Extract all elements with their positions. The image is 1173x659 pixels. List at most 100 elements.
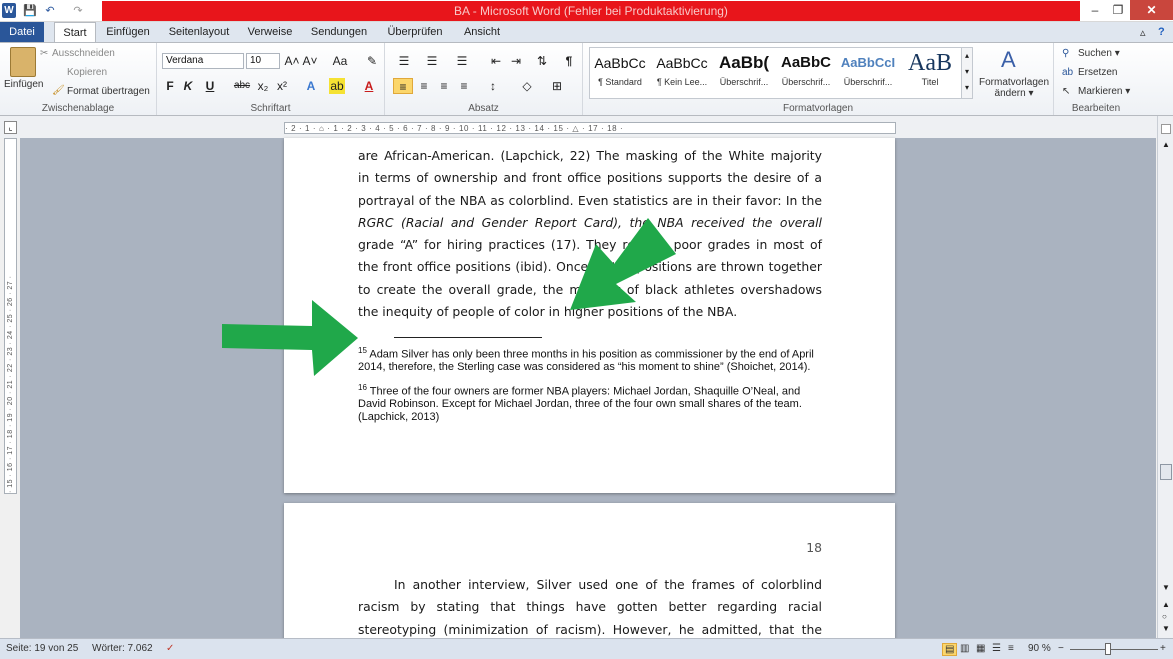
ribbon: Einfügen Ausschneiden ✂ Kopieren Format …	[0, 42, 1173, 116]
group-label-editing: Bearbeiten	[1071, 103, 1121, 114]
style-standard[interactable]: AaBbCc ¶ Standard	[589, 49, 651, 97]
font-size-field[interactable]: 10	[246, 53, 280, 69]
outline-icon[interactable]: ☰	[992, 643, 1001, 654]
highlight-icon[interactable]: ab	[329, 78, 345, 94]
justify-icon[interactable]: ≡	[455, 78, 473, 94]
undo-icon[interactable]: ↶	[42, 3, 58, 19]
align-center-icon[interactable]: ≡	[415, 78, 433, 94]
tab-selector-icon[interactable]: ⌞	[4, 121, 17, 134]
zoom-in-button[interactable]: +	[1160, 643, 1166, 654]
text-line: portrayal of the NBA as colorblind. Even…	[358, 192, 822, 208]
redo-icon[interactable]: ↷	[70, 3, 86, 19]
full-screen-icon[interactable]: ▥	[960, 643, 969, 654]
find-icon: ⚲	[1062, 48, 1070, 59]
tab-start[interactable]: Start	[54, 22, 96, 43]
scroll-down-icon[interactable]: ▼	[1162, 583, 1170, 592]
scroll-up-icon[interactable]: ▲	[1162, 140, 1170, 149]
page-number: 18	[806, 540, 822, 555]
borders-icon[interactable]: ⊞	[547, 78, 567, 94]
draft-icon[interactable]: ≡	[1008, 643, 1014, 654]
body-text[interactable]: In another interview, Silver used one of…	[358, 574, 822, 641]
pilcrow-button[interactable]: ¶	[561, 53, 577, 69]
italic-button[interactable]: K	[181, 78, 195, 94]
align-left-icon[interactable]: ≡	[393, 78, 413, 94]
change-styles-icon[interactable]: A	[1001, 47, 1016, 73]
vertical-ruler[interactable]: · 15 · 16 · 17 · 18 · 19 · 20 · 21 · 22 …	[4, 138, 17, 494]
tab-datei[interactable]: Datei	[0, 22, 44, 42]
vertical-scrollbar[interactable]: ▲ ▼ ▲ ○ ▼	[1157, 116, 1173, 638]
word-logo-icon[interactable]: W	[2, 3, 16, 18]
tab-ueberpruefen[interactable]: Überprüfen	[384, 22, 446, 42]
print-layout-icon[interactable]: ▤	[942, 643, 958, 656]
next-page-icon[interactable]: ▼	[1162, 624, 1170, 633]
word-count[interactable]: Wörter: 7.062	[92, 643, 153, 654]
clear-format-icon[interactable]: ✎	[364, 53, 380, 69]
style-kein-leerraum[interactable]: AaBbCc ¶ Kein Lee...	[651, 49, 713, 97]
paste-icon[interactable]	[10, 47, 36, 77]
ribbon-minimize-icon[interactable]: ▵	[1140, 26, 1146, 39]
zoom-level[interactable]: 90 %	[1028, 643, 1051, 654]
align-right-icon[interactable]: ≡	[435, 78, 453, 94]
replace-button[interactable]: Ersetzen	[1078, 67, 1117, 78]
scroll-thumb[interactable]	[1160, 464, 1172, 480]
copy-button[interactable]: Kopieren	[67, 67, 107, 78]
text-effects-icon[interactable]: A	[303, 78, 319, 94]
style-heading-2[interactable]: AaBbC Überschrif...	[775, 49, 837, 97]
find-button[interactable]: Suchen ▾	[1078, 48, 1120, 59]
increase-indent-icon[interactable]: ⇥	[507, 53, 525, 69]
restore-button[interactable]: ❐	[1105, 0, 1131, 20]
brush-icon: 🖌	[52, 85, 65, 96]
zoom-out-button[interactable]: −	[1058, 643, 1064, 654]
change-case-button[interactable]: Aa	[330, 53, 350, 69]
tab-einfuegen[interactable]: Einfügen	[104, 22, 152, 42]
tab-seitenlayout[interactable]: Seitenlayout	[166, 22, 232, 42]
zoom-slider[interactable]	[1070, 649, 1158, 650]
style-title[interactable]: AaB Titel	[899, 49, 961, 97]
styles-scroll[interactable]: ▴ ▾ ▾	[961, 47, 973, 99]
view-ruler-toggle[interactable]	[1161, 124, 1171, 134]
shading-icon[interactable]: ◇	[517, 78, 537, 94]
proofing-icon[interactable]: ✓	[166, 643, 174, 654]
group-label-font: Schriftart	[250, 103, 291, 114]
tab-sendungen[interactable]: Sendungen	[308, 22, 370, 42]
font-name-field[interactable]: Verdana	[162, 53, 244, 69]
line-spacing-icon[interactable]: ↕	[483, 78, 503, 94]
subscript-button[interactable]: x₂	[255, 78, 271, 94]
group-label-paragraph: Absatz	[468, 103, 499, 114]
bold-button[interactable]: F	[163, 78, 177, 94]
page-count[interactable]: Seite: 19 von 25	[6, 643, 78, 654]
group-clipboard: Einfügen Ausschneiden ✂ Kopieren Format …	[0, 43, 157, 115]
style-heading-3[interactable]: AaBbCcI Überschrif...	[837, 49, 899, 97]
close-button[interactable]: ✕	[1130, 0, 1173, 20]
strikethrough-button[interactable]: abc	[231, 78, 253, 94]
green-arrow-right-icon	[222, 300, 358, 376]
footnote-15[interactable]: 15 Adam Silver has only been three month…	[358, 345, 822, 374]
horizontal-ruler[interactable]: · 2 · 1 · ⌂ · 1 · 2 · 3 · 4 · 5 · 6 · 7 …	[284, 122, 896, 134]
save-icon[interactable]: 💾	[22, 3, 38, 19]
font-color-icon[interactable]: A	[361, 78, 377, 94]
shrink-font-button[interactable]: A˅	[302, 53, 318, 69]
grow-font-button[interactable]: A˄	[284, 53, 300, 69]
underline-button[interactable]: U	[203, 78, 217, 94]
bullets-icon[interactable]: ☰	[395, 53, 413, 69]
numbering-icon[interactable]: ☰	[423, 53, 441, 69]
zoom-slider-thumb[interactable]	[1105, 643, 1111, 655]
cut-button[interactable]: Ausschneiden	[52, 48, 115, 59]
footnote-16[interactable]: 16 Three of the four owners are former N…	[358, 382, 822, 423]
style-heading-1[interactable]: AaBb(Überschrif...	[713, 49, 775, 97]
web-layout-icon[interactable]: ▦	[976, 643, 985, 654]
multilevel-list-icon[interactable]: ☰	[453, 53, 471, 69]
superscript-button[interactable]: x²	[274, 78, 290, 94]
tab-ansicht[interactable]: Ansicht	[460, 22, 504, 42]
help-icon[interactable]: ?	[1158, 26, 1165, 38]
decrease-indent-icon[interactable]: ⇤	[487, 53, 505, 69]
paste-button[interactable]: Einfügen	[4, 79, 43, 90]
status-bar: Seite: 19 von 25 Wörter: 7.062 ✓ ▤ ▥ ▦ ☰…	[0, 638, 1173, 659]
tab-verweise[interactable]: Verweise	[246, 22, 294, 42]
prev-page-icon[interactable]: ▲	[1162, 600, 1170, 609]
select-button[interactable]: Markieren ▾	[1078, 86, 1130, 97]
change-styles-button[interactable]: Formatvorlagen ändern ▾	[977, 77, 1051, 99]
browse-object-icon[interactable]: ○	[1162, 612, 1167, 621]
format-painter-button[interactable]: Format übertragen	[67, 86, 150, 97]
sort-icon[interactable]: ⇅	[533, 53, 551, 69]
